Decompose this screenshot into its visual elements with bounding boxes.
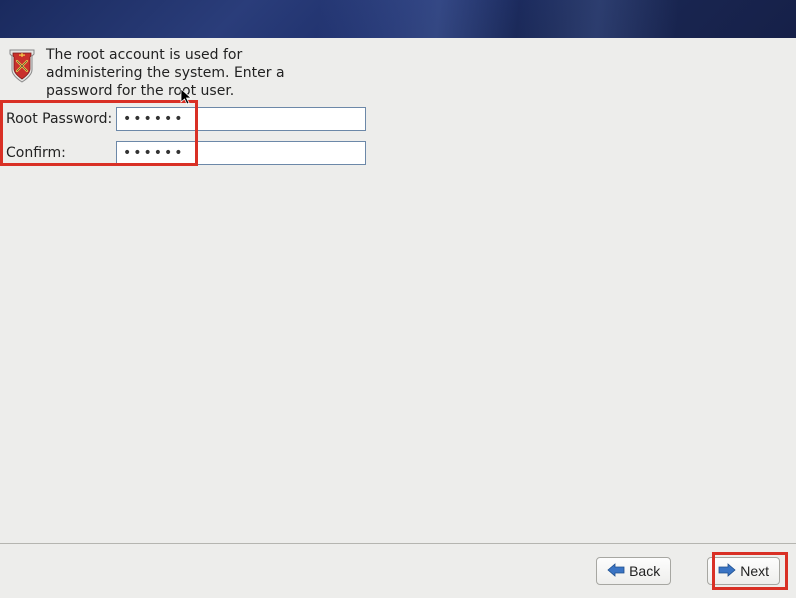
password-form: Root Password: Confirm: [6,107,790,165]
back-button-label: Back [629,563,660,579]
next-button[interactable]: Next [707,557,780,585]
arrow-right-icon [718,563,736,580]
next-button-label: Next [740,563,769,579]
shield-icon [6,48,38,88]
root-password-input[interactable] [116,107,366,131]
back-button[interactable]: Back [596,557,671,585]
footer-bar: Back Next [0,543,796,598]
confirm-password-input[interactable] [116,141,366,165]
arrow-left-icon [607,563,625,580]
description-text: The root account is used for administeri… [46,46,336,101]
confirm-password-label: Confirm: [6,145,116,161]
root-password-label: Root Password: [6,111,116,127]
header-banner [0,0,796,38]
